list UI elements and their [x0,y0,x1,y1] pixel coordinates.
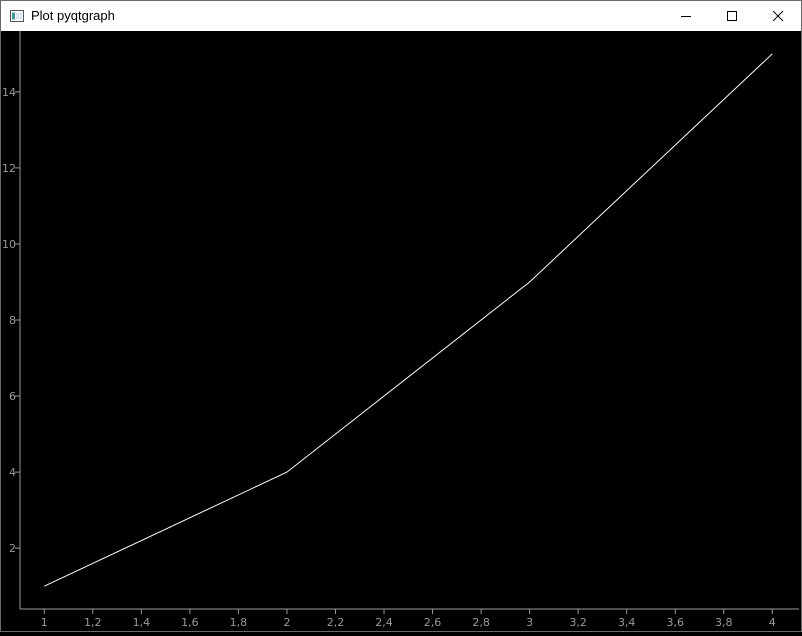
x-tick-label: 1,2 [84,616,102,629]
x-tick-label: 2,8 [472,616,490,629]
x-tick-label: 2 [283,616,290,629]
maximize-button[interactable] [709,1,755,31]
x-tick-label: 2,6 [424,616,442,629]
y-tick-label: 14 [2,86,16,99]
y-tick-label: 6 [9,390,16,403]
x-tick-label: 3,6 [666,616,684,629]
x-tick-label: 3 [526,616,533,629]
y-tick-label: 8 [9,314,16,327]
x-tick-label: 3,8 [715,616,733,629]
close-icon [772,10,784,22]
x-tick-label: 3,4 [618,616,636,629]
x-axis-ticks: 1 1,2 1,4 1,6 1,8 2 2,2 2,4 2,6 2,8 3 3,2 3,4 3,6 3,8 4 [41,609,776,629]
x-tick-label: 1,4 [133,616,151,629]
y-tick-label: 4 [9,466,16,479]
close-button[interactable] [755,1,801,31]
minimize-button[interactable] [663,1,709,31]
plot-window: Plot pyqtgraph 1 1,2 1,4 1,6 1,8 2 2,2 2,4 2,6 2,… [0,0,802,632]
y-tick-label: 2 [9,542,16,555]
x-tick-label: 1 [41,616,48,629]
axes [19,31,799,610]
line-chart[interactable]: 1 1,2 1,4 1,6 1,8 2 2,2 2,4 2,6 2,8 3 3,2 3,4 3,6 3,8 4… [1,31,801,631]
x-tick-label: 4 [769,616,776,629]
x-tick-label: 3,2 [569,616,587,629]
x-tick-label: 1,8 [230,616,248,629]
y-tick-label: 12 [2,162,16,175]
series-line [44,53,773,587]
maximize-icon [727,11,737,21]
plot-area[interactable]: 1 1,2 1,4 1,6 1,8 2 2,2 2,4 2,6 2,8 3 3,2 3,4 3,6 3,8 4… [1,31,801,631]
title-bar[interactable]: Plot pyqtgraph [1,1,801,31]
window-title: Plot pyqtgraph [31,8,115,23]
app-window-icon [10,9,24,22]
x-tick-label: 2,2 [327,616,345,629]
series-group [44,53,773,587]
x-tick-label: 2,4 [375,616,393,629]
y-axis-ticks: 2 4 6 8 10 12 14 [2,86,20,555]
minimize-icon [681,16,691,17]
x-tick-label: 1,6 [181,616,199,629]
y-tick-label: 10 [2,238,16,251]
